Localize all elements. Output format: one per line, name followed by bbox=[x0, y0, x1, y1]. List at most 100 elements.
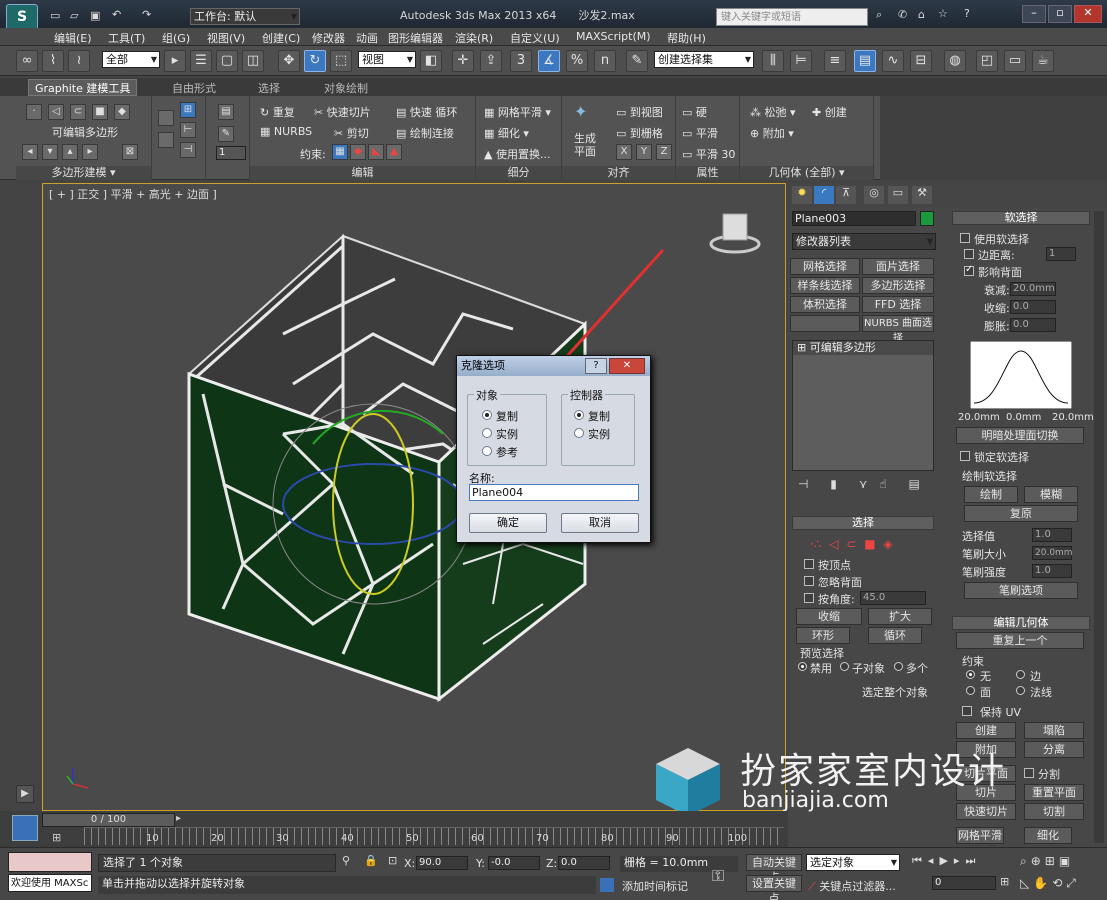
constraint-edge-radio[interactable] bbox=[1016, 670, 1025, 679]
key-filter-dropdown[interactable]: 选定对象 bbox=[806, 854, 900, 871]
favorites-icon[interactable]: ☆ bbox=[938, 7, 948, 20]
use-soft-icon[interactable]: ⊣ bbox=[180, 142, 196, 158]
trackbar-icon[interactable]: ⊞ bbox=[52, 831, 61, 844]
schematic-view-icon[interactable]: ⊟ bbox=[910, 50, 932, 72]
collapse-button[interactable]: 塌陷 bbox=[1024, 722, 1084, 739]
hierarchy-tab-icon[interactable]: ⊼ bbox=[836, 186, 856, 204]
zoom-region-icon[interactable]: ▣ bbox=[1059, 854, 1074, 868]
cut-button-right[interactable]: 切割 bbox=[1024, 803, 1084, 820]
workspace-dropdown[interactable]: 工作台: 默认 bbox=[190, 8, 300, 25]
utilities-tab-icon[interactable]: ⚒ bbox=[912, 186, 932, 204]
select-by-name-icon[interactable]: ☰ bbox=[190, 50, 212, 72]
reset-plane-button[interactable]: 重置平面 bbox=[1024, 784, 1084, 801]
element-level-icon[interactable]: ◈ bbox=[883, 537, 892, 551]
constraint-edge-icon[interactable]: ◆ bbox=[350, 144, 366, 160]
pin-stack-icon[interactable]: ⊣ bbox=[798, 477, 808, 491]
tab-object-paint[interactable]: 对象绘制 bbox=[324, 80, 368, 96]
preview-subobj-radio[interactable] bbox=[840, 662, 849, 671]
paint-button[interactable]: 绘制 bbox=[964, 486, 1018, 503]
menu-view[interactable]: 视图(V) bbox=[207, 30, 245, 46]
keep-uv-checkbox[interactable] bbox=[962, 706, 972, 716]
go-end-icon[interactable]: ⏭ bbox=[965, 854, 981, 867]
edit-named-sel-icon[interactable]: ✎ bbox=[626, 50, 648, 72]
brush-options-button[interactable]: 笔刷选项 bbox=[964, 582, 1078, 599]
zoom-all-icon[interactable]: ⊕ bbox=[1031, 854, 1045, 868]
play-icon[interactable]: ▶ bbox=[939, 854, 953, 867]
object-color-swatch[interactable] bbox=[920, 211, 934, 226]
falloff-spinner[interactable]: 20.0mm bbox=[1010, 282, 1056, 296]
edge-distance-checkbox[interactable] bbox=[964, 249, 974, 259]
smooth30-button[interactable]: ▭ 平滑 30 bbox=[682, 146, 735, 162]
unlink-icon[interactable]: ⌇ bbox=[42, 50, 64, 72]
remove-modifier-icon[interactable]: ☝ bbox=[879, 477, 886, 491]
menu-tools[interactable]: 工具(T) bbox=[108, 30, 145, 46]
x-coord-field[interactable]: 90.0 bbox=[416, 856, 468, 870]
spline-select-button[interactable]: 样条线选择 bbox=[790, 277, 860, 294]
constraint-none-radio[interactable] bbox=[966, 670, 975, 679]
rotate-icon[interactable]: ↻ bbox=[304, 50, 326, 72]
welcome-text[interactable]: 欢迎使用 MAXSc bbox=[8, 874, 92, 892]
time-config-icon[interactable]: ⊞ bbox=[1000, 875, 1009, 888]
patch-select-button[interactable]: 面片选择 bbox=[862, 258, 934, 275]
constraint-normal-radio[interactable] bbox=[1016, 686, 1025, 695]
meshsmooth-button[interactable]: ▦ 网格平滑 ▾ bbox=[484, 104, 551, 120]
menu-group[interactable]: 组(G) bbox=[162, 30, 190, 46]
make-planar-icon[interactable]: ✦ bbox=[574, 102, 594, 124]
sel-value-spinner[interactable]: 1.0 bbox=[1032, 528, 1072, 542]
prev-key-icon[interactable]: ◂ bbox=[928, 854, 940, 867]
use-soft-checkbox[interactable] bbox=[960, 233, 970, 243]
modifier-list-dropdown[interactable]: 修改器列表 bbox=[792, 233, 936, 250]
cancel-button[interactable]: 取消 bbox=[561, 513, 639, 533]
curve-editor-icon[interactable]: ∿ bbox=[882, 50, 904, 72]
ok-button[interactable]: 确定 bbox=[469, 513, 547, 533]
menu-help[interactable]: 帮助(H) bbox=[667, 30, 706, 46]
stack-next-icon[interactable]: ▸ bbox=[82, 144, 98, 160]
next-frame-icon[interactable]: ▸ bbox=[176, 813, 181, 824]
stack-up-icon[interactable]: ▴ bbox=[62, 144, 78, 160]
menu-graph-editors[interactable]: 图形编辑器 bbox=[388, 30, 443, 46]
zoom-icon[interactable]: ⌕ bbox=[1020, 854, 1031, 868]
quick-access-open-icon[interactable]: ▱ bbox=[70, 9, 78, 22]
menu-rendering[interactable]: 渲染(R) bbox=[455, 30, 493, 46]
dialog-help-button[interactable]: ? bbox=[585, 358, 607, 374]
constraint-face-icon[interactable]: ◣ bbox=[368, 144, 384, 160]
select-object-icon[interactable]: ▸ bbox=[164, 50, 186, 72]
percent-snap-icon[interactable]: % bbox=[566, 50, 588, 72]
mirror-icon[interactable]: ⫼ bbox=[762, 50, 784, 72]
render-teapot-icon[interactable]: ☕ bbox=[1032, 50, 1054, 72]
ignore-backface-checkbox[interactable] bbox=[804, 576, 814, 586]
repeat-last-button[interactable]: 重复上一个 bbox=[956, 632, 1084, 649]
tab-graphite[interactable]: Graphite 建模工具 bbox=[28, 79, 138, 96]
current-frame-field[interactable]: 0 bbox=[932, 876, 996, 890]
move-icon[interactable]: ✥ bbox=[278, 50, 300, 72]
nurms-button[interactable]: ▦ NURBS bbox=[260, 125, 312, 138]
object-instance-radio[interactable] bbox=[482, 428, 492, 438]
rollout-scrollbar[interactable] bbox=[1094, 211, 1104, 843]
display-tab-icon[interactable]: ▭ bbox=[888, 186, 908, 204]
rendered-frame-icon[interactable]: ▭ bbox=[1004, 50, 1026, 72]
subobject-spinner[interactable]: 1 bbox=[216, 146, 246, 160]
poly-level-icon[interactable]: ■ bbox=[864, 537, 875, 551]
layer-manager-icon[interactable]: ≡ bbox=[824, 50, 846, 72]
nurbs-select-button[interactable]: NURBS 曲面选择 bbox=[862, 315, 934, 344]
constraint-none-icon[interactable]: ▦ bbox=[332, 144, 348, 160]
create-tab-icon[interactable]: ✹ bbox=[792, 186, 812, 204]
lock-icon[interactable]: ▤ bbox=[218, 104, 234, 120]
affect-backfacing-checkbox[interactable] bbox=[964, 264, 974, 276]
paint-connect-button[interactable]: ▤ 绘制连接 bbox=[396, 125, 454, 141]
maximize-button[interactable]: ▫ bbox=[1048, 5, 1072, 23]
border-icon[interactable]: ⊂ bbox=[70, 104, 86, 120]
menu-animation[interactable]: 动画 bbox=[356, 30, 378, 46]
ring-button[interactable]: 环形 bbox=[796, 627, 850, 644]
angle-spinner[interactable]: 45.0 bbox=[860, 591, 926, 605]
keyboard-shortcut-icon[interactable]: ⇪ bbox=[480, 50, 502, 72]
modify-tab-icon[interactable]: ◜ bbox=[814, 186, 834, 204]
split-checkbox[interactable] bbox=[1024, 768, 1034, 778]
fov-icon[interactable]: ◺ bbox=[1020, 876, 1033, 890]
graphite-toggle-icon[interactable]: ▤ bbox=[854, 50, 876, 72]
set-key-icon[interactable]: ⚿ bbox=[712, 866, 724, 886]
bind-spacewarp-icon[interactable]: ≀ bbox=[68, 50, 90, 72]
edge-level-icon[interactable]: ◁ bbox=[829, 537, 838, 551]
controller-copy-radio[interactable] bbox=[574, 410, 584, 420]
mini-listener-icon[interactable] bbox=[12, 815, 38, 841]
